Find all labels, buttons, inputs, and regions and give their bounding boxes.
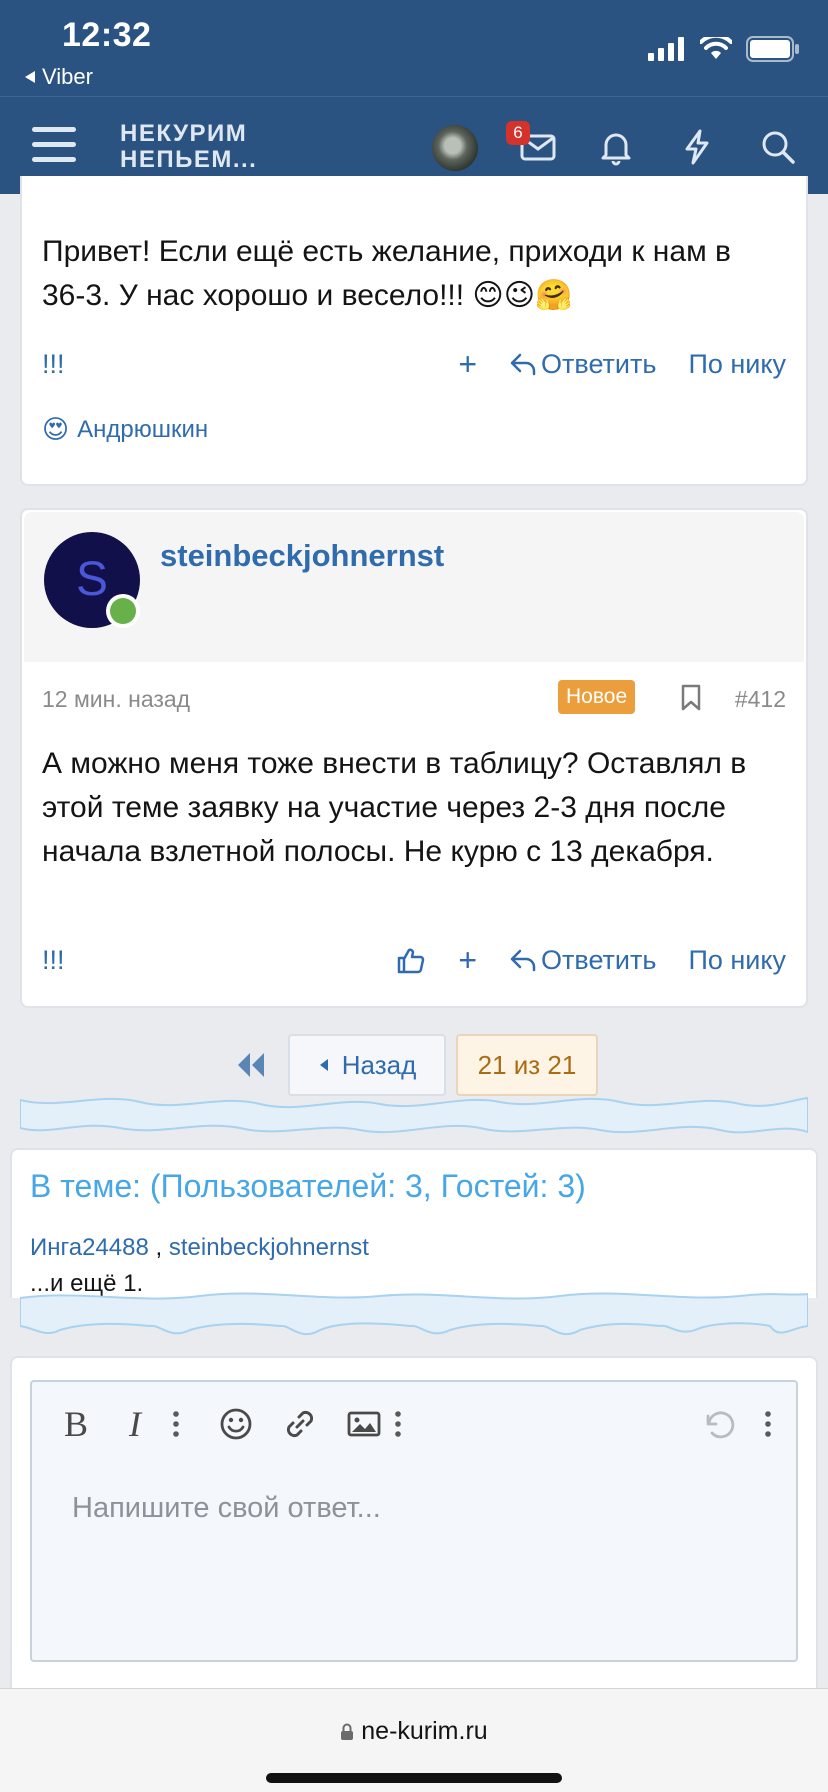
logo-line-1: НЕКУРИМ [120,120,248,147]
italic-icon[interactable]: I [120,1404,150,1444]
url-text: ne-kurim.ru [361,1717,488,1745]
online-user-link[interactable]: steinbeckjohnernst [169,1234,369,1261]
post-card: Привет! Если ещё есть желание, приходи к… [20,176,808,486]
post-actions: !!! + Ответить По нику [42,940,786,980]
like-icon[interactable] [396,945,426,975]
quote-by-nick-link[interactable]: По нику [688,945,786,976]
back-to-app[interactable]: Viber [24,64,93,90]
menu-icon[interactable] [32,127,76,163]
reply-arrow-icon [510,949,536,972]
post-body: Привет! Если ещё есть желание, приходи к… [42,235,731,312]
link-icon[interactable] [280,1404,320,1444]
url-bar[interactable]: ne-kurim.ru [0,1717,828,1746]
more-vertical-icon[interactable] [388,1404,408,1444]
reply-button[interactable]: Ответить [509,349,656,380]
reply-arrow-icon [510,353,536,376]
reaction-summary[interactable]: 😍 Андрюшкин [42,414,208,445]
post-number[interactable]: #412 [735,686,786,713]
status-bar: 12:32 Viber [0,0,828,96]
online-status-icon [106,594,140,628]
reply-button[interactable]: Ответить [509,945,656,976]
smiley-icon[interactable] [216,1404,256,1444]
post-username[interactable]: steinbeckjohnernst [160,538,444,574]
back-app-label: Viber [42,64,93,89]
back-triangle-icon [25,71,35,83]
online-title: В теме: (Пользователей: 3, Гостей: 3) [30,1168,586,1204]
reply-placeholder: Напишите свой ответ... [72,1492,381,1524]
battery-icon [746,36,799,62]
quote-by-nick-link[interactable]: По нику [688,349,786,380]
browser-bottom-bar: ne-kurim.ru [0,1688,828,1792]
wifi-icon [700,37,732,59]
wave-divider [20,1096,808,1134]
reply-editor[interactable]: B I Напишите свой ответ... [30,1380,798,1662]
home-indicator[interactable] [266,1773,562,1783]
status-time: 12:32 [62,16,152,54]
plus-button[interactable]: + [458,942,477,979]
editor-toolbar: B I [32,1382,796,1468]
caret-left-icon [319,1059,328,1071]
report-link[interactable]: !!! [42,945,65,976]
user-separator: , [148,1234,169,1261]
new-badge: Новое [558,680,636,714]
bookmark-icon[interactable] [680,684,702,712]
post-time[interactable]: 12 мин. назад [42,686,190,713]
logo-line-2: НЕПЬЕМ... [120,146,258,173]
undo-icon[interactable] [698,1404,738,1444]
post-actions: !!! + Ответить По нику [42,344,786,384]
reaction-user: Андрюшкин [77,415,209,443]
plus-button[interactable]: + [458,346,477,383]
lightning-icon[interactable] [677,127,717,167]
prev-page-button[interactable]: Назад [288,1034,446,1096]
reply-label: Ответить [541,348,657,379]
quick-reply: B I Напишите свой ответ... [10,1356,818,1696]
more-vertical-icon[interactable] [758,1404,778,1444]
post-body: А можно меня тоже внести в таблицу? Оста… [42,747,747,868]
online-user-list: Инга24488 , steinbeckjohnernst [30,1234,369,1262]
wave-divider [20,1292,808,1336]
post-meta: 12 мин. назад Новое #412 [42,680,786,716]
user-avatar[interactable] [432,125,478,171]
signal-icon [648,37,684,61]
first-page-icon[interactable] [234,1048,268,1082]
topic-online-users: В теме: (Пользователей: 3, Гостей: 3) Ин… [10,1148,818,1298]
image-icon[interactable] [344,1404,384,1444]
inbox-badge: 6 [506,121,530,145]
status-indicators [648,36,800,62]
lock-icon [341,1723,354,1740]
current-page-indicator[interactable]: 21 из 21 [456,1034,598,1096]
search-icon[interactable] [758,127,798,167]
post-user-header: S steinbeckjohnernst [24,512,804,662]
online-user-link[interactable]: Инга24488 [30,1234,149,1261]
prev-page-label: Назад [341,1049,417,1080]
reply-label: Ответить [541,944,657,975]
bold-icon[interactable]: B [58,1404,94,1444]
reaction-emoji: 😍 [42,414,70,444]
post-card: S steinbeckjohnernst 12 мин. назад Новое… [20,508,808,1008]
site-logo[interactable]: НЕКУРИМ НЕПЬЕМ... [120,121,257,173]
report-link[interactable]: !!! [42,349,65,380]
bell-icon[interactable] [596,127,636,167]
more-vertical-icon[interactable] [166,1404,186,1444]
